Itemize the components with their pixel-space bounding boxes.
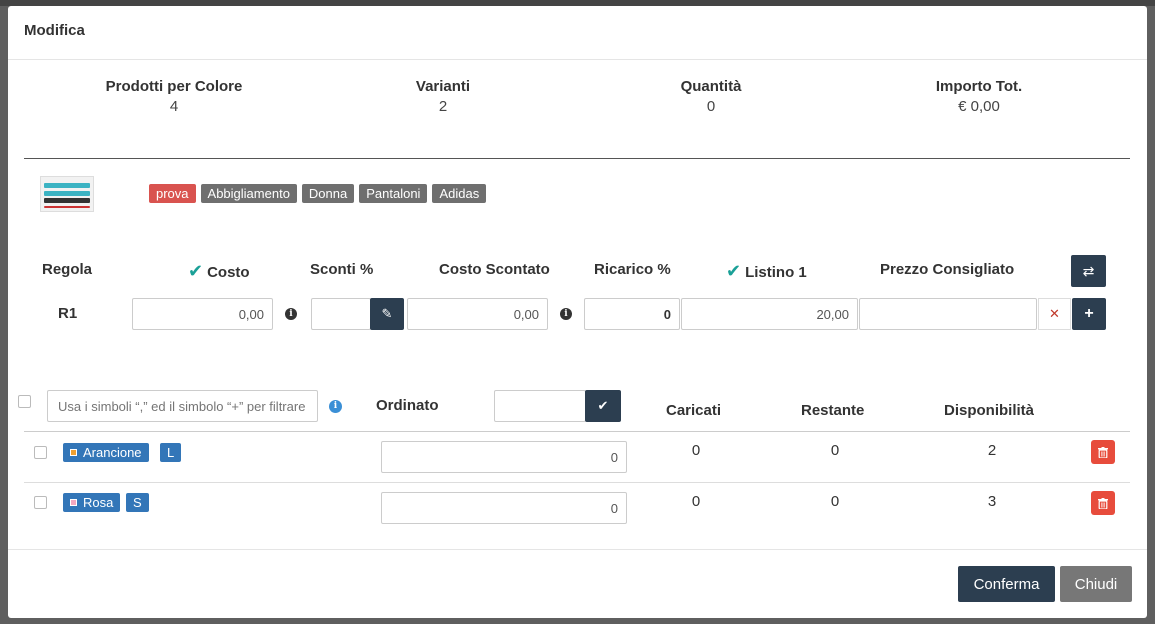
- swap-icon: ⇄: [1082, 262, 1095, 279]
- product-thumbnail: [40, 176, 94, 212]
- stat-value: 0: [706, 98, 716, 115]
- disponibilita-value: 3: [987, 493, 997, 510]
- trash-icon: [1098, 497, 1108, 509]
- header-costo-scontato: Costo Scontato: [439, 261, 550, 278]
- select-all-checkbox[interactable]: [18, 395, 31, 408]
- stat-varianti: Varianti 2: [313, 78, 573, 115]
- tag-badge: Abbigliamento: [200, 184, 297, 203]
- stat-label: Prodotti per Colore: [105, 78, 243, 95]
- clear-button[interactable]: ✕: [1038, 298, 1071, 330]
- edit-modal: Modifica Prodotti per Colore 4 Varianti …: [8, 6, 1147, 618]
- product-tags: prova Abbigliamento Donna Pantaloni Adid…: [149, 184, 487, 203]
- rule-label: R1: [58, 305, 78, 322]
- ordinato-row-input[interactable]: 0: [381, 441, 627, 473]
- delete-row-button[interactable]: [1091, 491, 1115, 515]
- header-sconti: Sconti %: [310, 261, 374, 278]
- info-icon[interactable]: i: [285, 308, 297, 320]
- color-label: Rosa: [83, 495, 114, 510]
- stat-value: 4: [169, 98, 179, 115]
- info-icon[interactable]: i: [329, 400, 342, 413]
- row-checkbox[interactable]: [34, 446, 47, 459]
- disponibilita-value: 2: [987, 442, 997, 459]
- delete-row-button[interactable]: [1091, 440, 1115, 464]
- filter-input[interactable]: [47, 390, 318, 422]
- divider: [24, 158, 1130, 159]
- stat-value: € 0,00: [958, 98, 1000, 115]
- tag-badge: Adidas: [432, 184, 487, 203]
- color-swatch: [70, 449, 77, 456]
- stat-label: Importo Tot.: [935, 78, 1023, 95]
- tag-badge: Pantaloni: [359, 184, 428, 203]
- color-label: Arancione: [83, 445, 142, 460]
- header-regola: Regola: [42, 261, 93, 278]
- size-badge: S: [126, 493, 149, 512]
- close-button[interactable]: Chiudi: [1060, 566, 1132, 602]
- header-prezzo-consigliato: Prezzo Consigliato: [880, 261, 1015, 278]
- divider: [24, 431, 1130, 432]
- tag-badge: prova: [149, 184, 196, 203]
- tag-badge: Donna: [301, 184, 355, 203]
- caricati-value: 0: [691, 493, 701, 510]
- check-icon: ✔: [188, 261, 204, 281]
- plus-icon: +: [1084, 305, 1094, 322]
- pencil-icon: ✎: [381, 306, 393, 321]
- header-listino-label: Listino 1: [745, 264, 807, 281]
- modal-title: Modifica: [8, 6, 1147, 60]
- ordinato-input[interactable]: [494, 390, 586, 422]
- ordinato-label: Ordinato: [376, 397, 439, 414]
- costo-scontato-input[interactable]: 0,00: [407, 298, 548, 330]
- restante-value: 0: [830, 442, 840, 459]
- header-restante: Restante: [801, 402, 865, 419]
- stat-label: Quantità: [680, 78, 742, 95]
- header-costo: ✔ Costo: [188, 261, 250, 282]
- header-caricati: Caricati: [666, 402, 722, 419]
- sconti-input[interactable]: [311, 298, 371, 330]
- costo-input[interactable]: 0,00: [132, 298, 273, 330]
- swap-button[interactable]: ⇄: [1071, 255, 1106, 287]
- listino-input[interactable]: 20,00: [681, 298, 858, 330]
- header-disponibilita: Disponibilità: [944, 402, 1034, 419]
- color-swatch: [70, 499, 77, 506]
- stat-importo: Importo Tot. € 0,00: [849, 78, 1109, 115]
- header-ricarico: Ricarico %: [594, 261, 671, 278]
- size-badge: L: [160, 443, 182, 462]
- footer-divider: [8, 549, 1147, 550]
- edit-sconti-button[interactable]: ✎: [370, 298, 404, 330]
- stat-value: 2: [438, 98, 448, 115]
- add-button[interactable]: +: [1072, 298, 1106, 330]
- stat-label: Varianti: [415, 78, 471, 95]
- close-icon: ✕: [1049, 306, 1060, 321]
- info-icon[interactable]: i: [560, 308, 572, 320]
- confirm-button[interactable]: Conferma: [958, 566, 1055, 602]
- apply-ordinato-button[interactable]: ✔: [585, 390, 621, 422]
- row-checkbox[interactable]: [34, 496, 47, 509]
- color-badge: Arancione: [63, 443, 149, 462]
- stat-quantita: Quantità 0: [581, 78, 841, 115]
- ricarico-input[interactable]: 0: [584, 298, 680, 330]
- header-listino: ✔ Listino 1: [726, 261, 807, 282]
- trash-icon: [1098, 446, 1108, 458]
- divider: [24, 482, 1130, 483]
- header-costo-label: Costo: [207, 264, 250, 281]
- stat-prodotti: Prodotti per Colore 4: [44, 78, 304, 115]
- caricati-value: 0: [691, 442, 701, 459]
- prezzo-consigliato-input[interactable]: [859, 298, 1037, 330]
- restante-value: 0: [830, 493, 840, 510]
- check-icon: ✔: [726, 261, 742, 281]
- check-icon: ✔: [597, 398, 609, 413]
- ordinato-row-input[interactable]: 0: [381, 492, 627, 524]
- color-badge: Rosa: [63, 493, 121, 512]
